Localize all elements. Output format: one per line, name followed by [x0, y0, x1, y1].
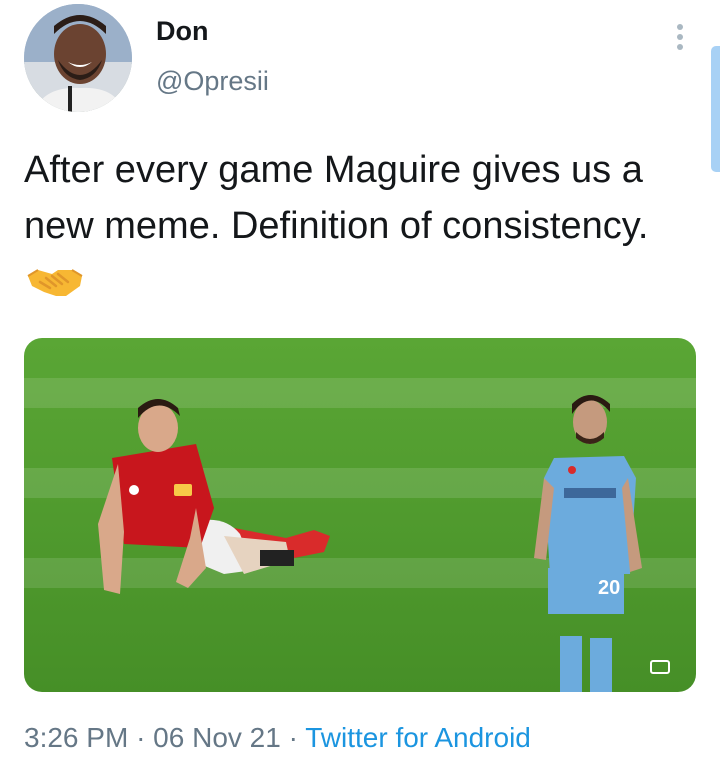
tweet-time: 3:26 PM [24, 722, 129, 753]
tweet-text: After every game Maguire gives us a new … [24, 142, 684, 310]
media-photo: 20 [24, 338, 696, 692]
meta-separator: · [288, 722, 298, 753]
display-name[interactable]: Don [156, 16, 208, 47]
tweet-meta: 3:26 PM · 06 Nov 21 · Twitter for Androi… [24, 722, 531, 754]
tweet-date: 06 Nov 21 [153, 722, 281, 753]
handshake-icon [26, 260, 84, 298]
tweet-media[interactable]: 20 [24, 338, 696, 692]
scroll-indicator[interactable] [711, 46, 720, 172]
user-handle[interactable]: @Opresii [156, 66, 269, 97]
more-vertical-icon[interactable] [668, 20, 692, 54]
tweet-body: After every game Maguire gives us a new … [24, 149, 649, 247]
expand-icon[interactable] [650, 660, 670, 674]
jersey-number: 20 [598, 577, 620, 599]
avatar-photo [24, 4, 132, 112]
avatar[interactable] [24, 4, 132, 112]
tweet-source-link[interactable]: Twitter for Android [305, 722, 531, 753]
meta-separator: · [136, 722, 146, 753]
